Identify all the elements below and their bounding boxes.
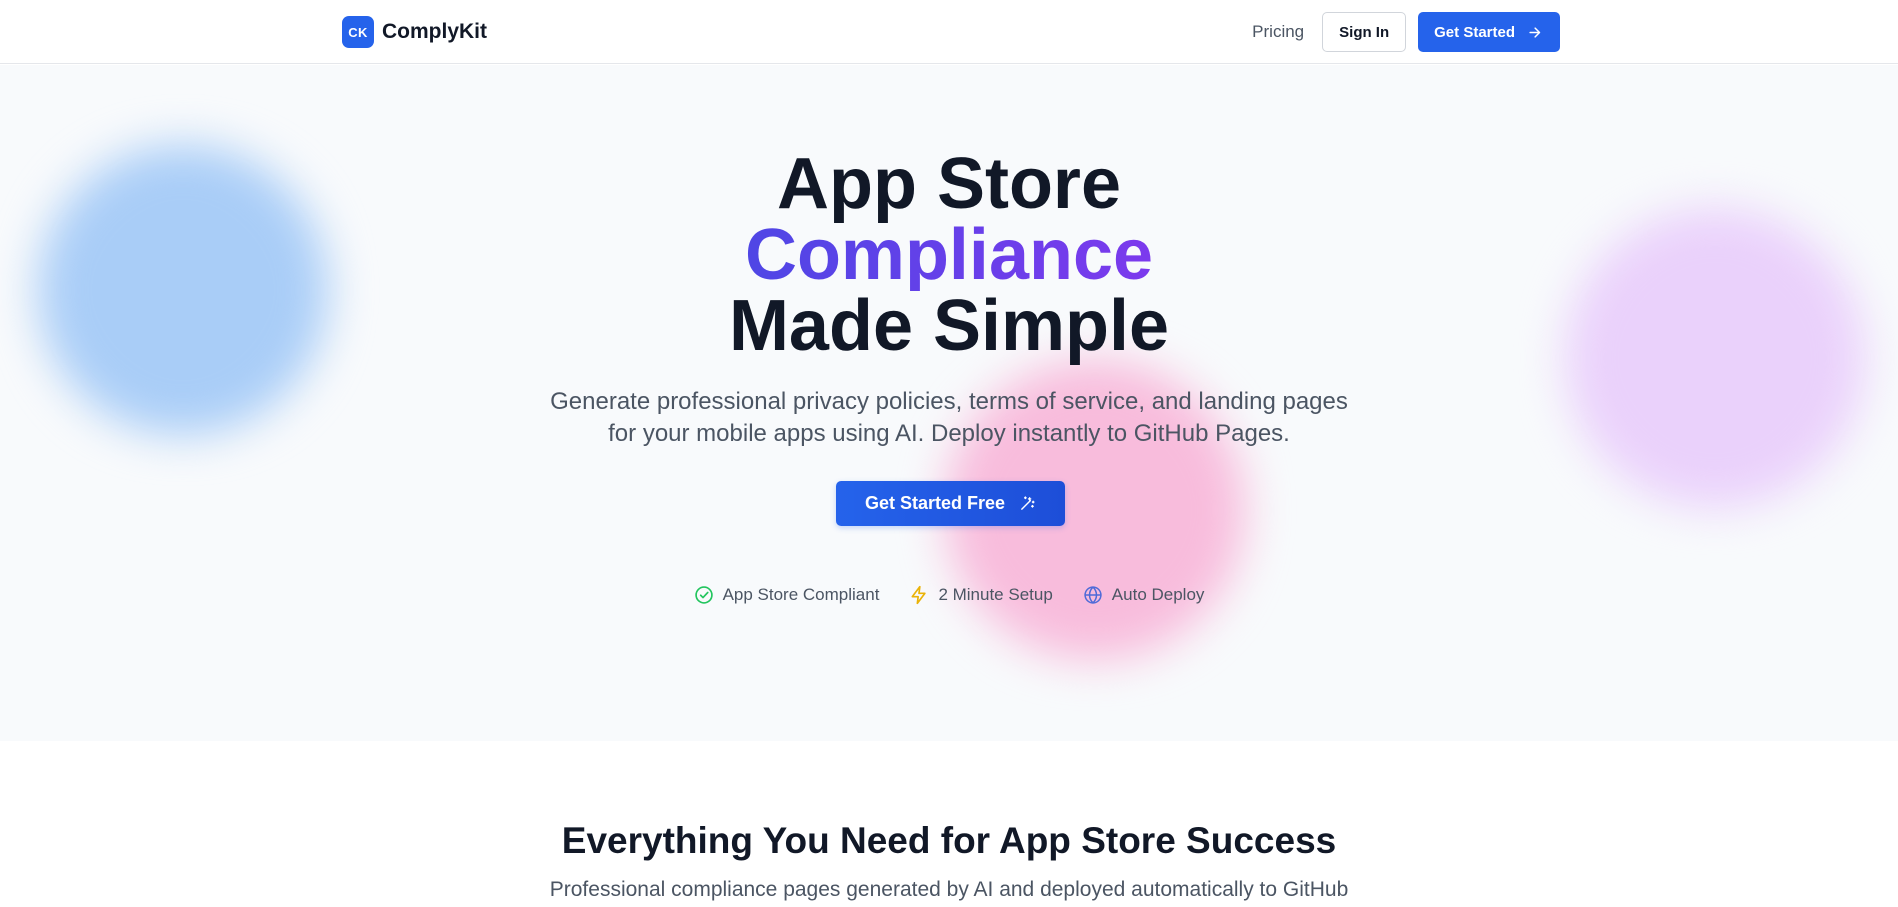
nav-actions: Pricing Sign In Get Started bbox=[1252, 12, 1560, 52]
section-subtitle: Professional compliance pages generated … bbox=[549, 878, 1349, 901]
magic-wand-icon bbox=[1021, 496, 1035, 510]
check-circle-icon bbox=[694, 586, 713, 604]
feature-label: App Store Compliant bbox=[722, 585, 880, 604]
hero-section: App Store Compliance Made Simple Generat… bbox=[0, 65, 1898, 741]
top-nav-bar: CK ComplyKit Pricing Sign In Get Started bbox=[0, 0, 1898, 64]
get-started-label: Get Started bbox=[1434, 23, 1515, 41]
feature-two-minute-setup: 2 Minute Setup bbox=[909, 585, 1053, 605]
get-started-button[interactable]: Get Started bbox=[1418, 12, 1560, 52]
get-started-free-button[interactable]: Get Started Free bbox=[836, 481, 1065, 526]
cta-label: Get Started Free bbox=[864, 493, 1006, 513]
feature-auto-deploy: Auto Deploy bbox=[1083, 585, 1205, 605]
hero-title-line1: App Store bbox=[776, 144, 1121, 224]
feature-highlights: App Store Compliant 2 Minute Setup Auto … bbox=[0, 585, 1898, 605]
feature-label: Auto Deploy bbox=[1111, 585, 1205, 604]
sign-in-button[interactable]: Sign In bbox=[1322, 12, 1407, 52]
brand-logo-link[interactable]: CK ComplyKit bbox=[342, 16, 487, 48]
section-title: Everything You Need for App Store Succes… bbox=[561, 820, 1337, 861]
brand-name: ComplyKit bbox=[382, 20, 487, 43]
sign-in-label: Sign In bbox=[1339, 23, 1390, 41]
hero-subtitle: Generate professional privacy policies, … bbox=[550, 388, 1348, 447]
hero-title: App Store Compliance Made Simple bbox=[0, 148, 1898, 362]
pricing-link[interactable]: Pricing bbox=[1252, 22, 1304, 42]
arrow-right-icon bbox=[1529, 26, 1541, 38]
lightning-icon bbox=[911, 585, 927, 605]
hero-title-accent: Compliance bbox=[744, 215, 1154, 295]
feature-label: 2 Minute Setup bbox=[938, 585, 1053, 604]
globe-icon bbox=[1084, 586, 1102, 604]
hero-title-line3: Made Simple bbox=[728, 286, 1170, 366]
feature-app-store-compliant: App Store Compliant bbox=[694, 585, 880, 605]
logo-badge: CK bbox=[342, 16, 374, 48]
